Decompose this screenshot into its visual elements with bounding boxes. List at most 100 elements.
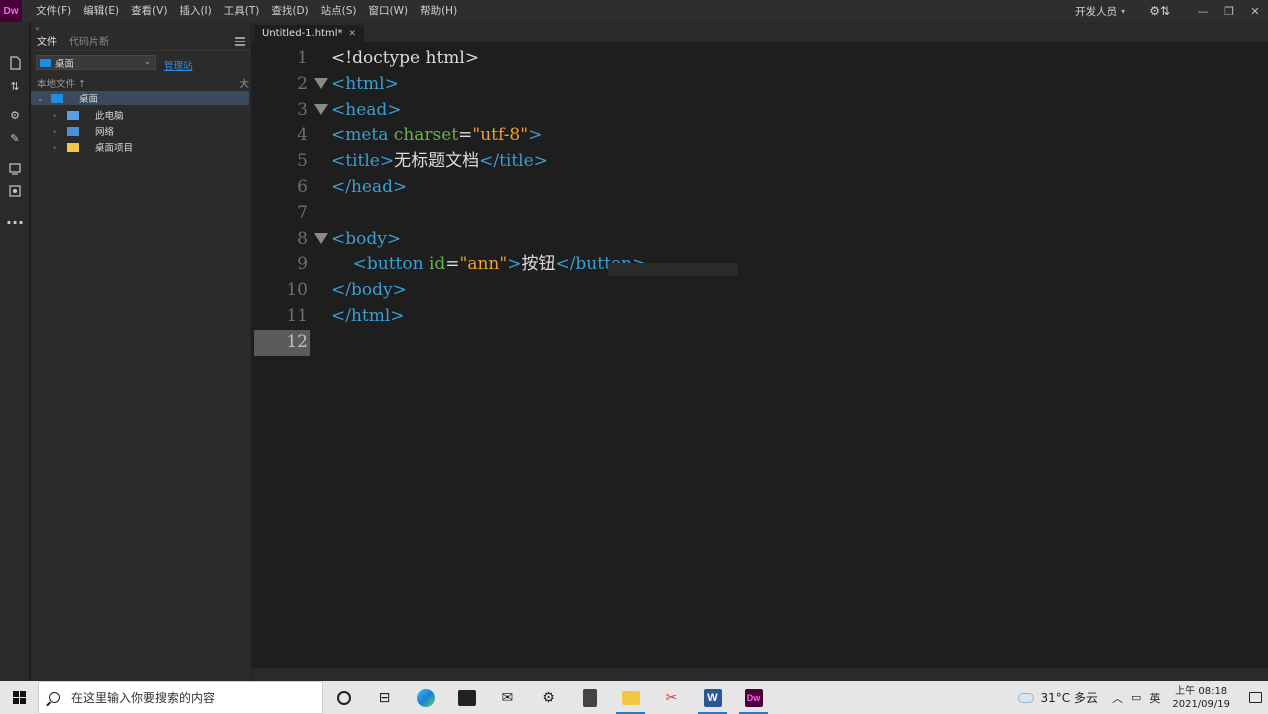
toolstrip: ⇅ ⚙ ✎ ··· [0,22,30,681]
gear-icon: ⚙ [542,689,555,706]
start-button[interactable] [0,681,38,714]
code-line[interactable]: </body> [331,278,407,304]
tree-header[interactable]: 本地文件 ↑ [37,76,86,90]
restore-button[interactable]: ❐ [1216,0,1242,22]
document-tab[interactable]: Untitled-1.html* ✕ [254,25,365,42]
code-token: charset [393,125,459,146]
code-token: > [507,254,522,275]
mail-icon: ✉ [501,689,514,706]
network-icon [67,127,79,136]
close-icon[interactable]: ✕ [348,29,356,39]
taskbar-search[interactable]: 在这里输入你要搜索的内容 [38,681,323,714]
fold-toggle-icon[interactable] [314,103,328,115]
weather-widget[interactable]: 31°C 多云 [1018,689,1098,706]
workspace-switcher[interactable]: 开发人员 ▾ [1071,4,1129,19]
menubar: Dw 文件(F) 编辑(E) 查看(V) 插入(I) 工具(T) 查找(D) 站点(S) 窗口… [0,0,1268,22]
snip-icon: ✂ [665,689,678,706]
dom-icon[interactable] [5,160,25,178]
css-designer-icon[interactable]: ✎ [5,129,25,147]
status-bar [252,668,1268,681]
assets-icon[interactable] [5,182,25,200]
code-line[interactable]: </html> [331,304,405,330]
file-transfer-icon[interactable]: ⇅ [5,77,25,95]
tree-item[interactable]: ⌄ 桌面 [31,91,249,105]
code-line[interactable]: <html> [331,72,399,98]
sync-settings-icon[interactable]: ⚙⇅ [1149,4,1170,18]
code-line[interactable]: <!doctype html> [331,46,479,72]
menu-item-3[interactable]: 插入(I) [173,0,217,22]
line-number: 7 [297,202,308,223]
cloud-icon [1018,692,1035,703]
insert-icon[interactable]: ⚙ [5,106,25,124]
search-placeholder: 在这里输入你要搜索的内容 [71,691,216,705]
notification-button[interactable] [1242,681,1268,714]
menu-item-2[interactable]: 查看(V) [125,0,173,22]
code-line[interactable]: <body> [331,227,401,253]
dreamweaver-button[interactable]: Dw [733,681,774,714]
menu-item-1[interactable]: 编辑(E) [77,0,125,22]
chevron-down-icon[interactable]: ⌄ [37,94,44,103]
code-token: <html> [331,73,399,94]
weather-text: 31°C 多云 [1040,691,1098,705]
show-hidden-icons[interactable]: ︿ [1112,690,1123,706]
tab-snippets[interactable]: 代码片断 [63,35,115,51]
code-line[interactable]: <meta charset="utf-8"> [331,123,542,149]
code-line[interactable]: <head> [331,98,402,124]
code-editor[interactable]: 1 2 3 4 5 6 7 8 9 10 11 12 <!doctype html> <html> <he… [252,42,1268,668]
folder-icon [67,143,79,152]
menu-item-5[interactable]: 查找(D) [265,0,314,22]
more-icon[interactable]: ··· [5,213,25,232]
menu-item-6[interactable]: 站点(S) [315,0,363,22]
chevron-right-icon[interactable]: › [53,143,56,152]
panel-menu-icon[interactable] [235,37,245,47]
code-hint-popup [608,263,738,276]
battery-icon[interactable]: ▭ [1131,691,1141,704]
chevron-right-icon[interactable]: › [53,127,56,136]
menu-item-7[interactable]: 窗口(W) [363,0,415,22]
clock[interactable]: 上午 08:18 2021/09/19 [1172,685,1230,711]
ime-indicator[interactable]: 英 [1149,690,1160,706]
minimize-button[interactable]: — [1190,0,1216,22]
fold-toggle-icon[interactable] [314,77,328,89]
tree-header-size[interactable]: 大 [239,76,249,90]
tree-item[interactable]: › 此电脑 [31,108,249,123]
tab-files[interactable]: 文件 [31,35,63,51]
cortana-button[interactable] [323,681,364,714]
collapse-panel-icon[interactable]: « [35,24,40,33]
code-token: = [458,125,473,146]
mail-button[interactable]: ✉ [487,681,528,714]
word-button[interactable]: W [692,681,733,714]
site-selector[interactable]: 桌面 ⌄ [36,55,156,70]
menu-items: 文件(F) 编辑(E) 查看(V) 插入(I) 工具(T) 查找(D) 站点(S) 窗口(W)… [30,0,463,22]
edge-button[interactable] [405,681,446,714]
code-token: > [528,125,543,146]
new-file-icon[interactable] [5,54,25,72]
tree-item[interactable]: › 桌面项目 [31,140,249,155]
tree-item[interactable]: › 网络 [31,124,249,139]
close-button[interactable]: ✕ [1242,0,1268,22]
line-number: 9 [297,254,308,275]
code-token: "ann" [459,254,508,275]
menu-item-4[interactable]: 工具(T) [218,0,266,22]
clock-date: 2021/09/19 [1172,698,1230,710]
code-line[interactable]: </head> [331,175,407,201]
settings-button[interactable]: ⚙ [528,681,569,714]
task-view-button[interactable]: ⊟ [364,681,405,714]
manage-sites-link[interactable]: 管理站 [164,58,193,72]
fold-toggle-icon[interactable] [314,232,328,244]
calculator-button[interactable] [569,681,610,714]
edge-icon [416,688,435,707]
chevron-right-icon[interactable]: › [53,111,56,120]
code-token: 无标题文档 [394,151,480,172]
explorer-button[interactable] [610,681,651,714]
code-line[interactable]: <button id="ann">按钮</button> [331,252,647,278]
code-token: <body> [331,228,402,249]
menu-item-8[interactable]: 帮助(H) [414,0,463,22]
code-token: <!doctype html> [331,48,480,68]
line-number: 4 [297,125,308,146]
code-line[interactable]: <title>无标题文档</title> [331,149,548,175]
store-button[interactable] [446,681,487,714]
snip-button[interactable]: ✂ [651,681,692,714]
menu-item-0[interactable]: 文件(F) [30,0,77,22]
